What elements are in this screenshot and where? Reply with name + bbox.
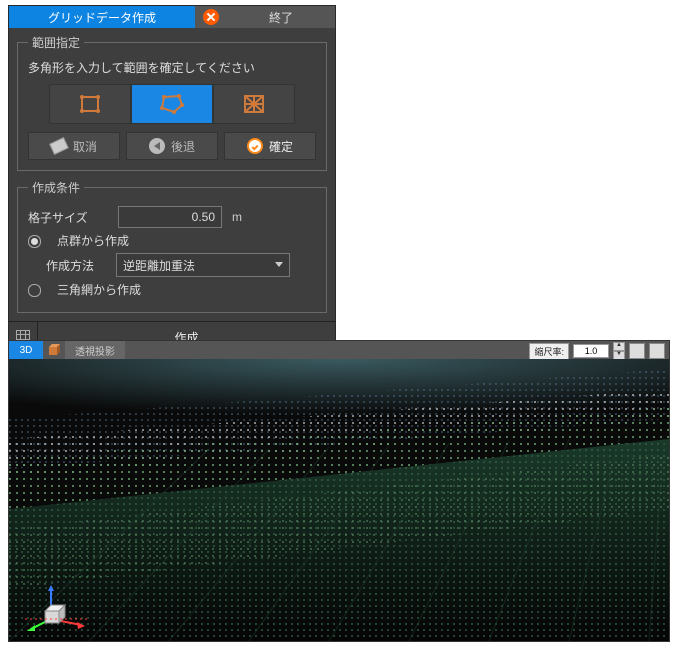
zoom-value-input[interactable]: 1.0 <box>573 344 609 358</box>
zoom-spinner[interactable]: ▲▼ <box>613 342 625 360</box>
range-fieldset: 範囲指定 多角形を入力して範囲を確定してください 取消 <box>17 34 327 171</box>
grid-size-unit: m <box>232 210 242 224</box>
grid-size-label: 格子サイズ <box>28 209 108 226</box>
back-label: 後退 <box>171 138 195 155</box>
method-row: 作成方法 逆距離加重法 <box>46 253 316 277</box>
viewport-tool-1[interactable] <box>629 343 645 359</box>
pointcloud-render[interactable] <box>9 359 669 641</box>
panel-titlebar: グリッドデータ作成 終了 <box>9 6 335 28</box>
shape-mesh-button[interactable] <box>213 84 295 124</box>
zoom-label: 縮尺率: <box>529 343 569 360</box>
method-value: 逆距離加重法 <box>123 257 195 274</box>
range-legend: 範囲指定 <box>28 34 84 51</box>
condition-legend: 作成条件 <box>28 179 84 196</box>
shape-button-row <box>28 84 316 124</box>
viewport-tool-2[interactable] <box>649 343 665 359</box>
viewport-right-controls: 縮尺率: 1.0 ▲▼ <box>529 342 665 360</box>
mesh-icon <box>243 94 265 114</box>
end-tab[interactable]: 終了 <box>227 6 335 28</box>
viewport-tab-icon[interactable] <box>43 341 65 359</box>
grid-size-row: 格子サイズ m <box>28 206 316 228</box>
confirm-label: 確定 <box>269 138 293 155</box>
check-icon <box>247 138 263 154</box>
shape-rectangle-button[interactable] <box>49 84 131 124</box>
cancel-label: 取消 <box>73 138 97 155</box>
close-icon <box>203 9 219 25</box>
confirm-button[interactable]: 確定 <box>224 132 316 160</box>
radio-pointcloud[interactable] <box>28 235 41 248</box>
radio-tin-row[interactable]: 三角網から作成 <box>28 281 316 298</box>
method-label: 作成方法 <box>46 257 106 274</box>
radio-pointcloud-label: 点群から作成 <box>57 232 129 249</box>
viewport-tab-projection[interactable]: 透視投影 <box>65 341 125 359</box>
range-action-row: 取消 後退 確定 <box>28 132 316 160</box>
cancel-button[interactable]: 取消 <box>28 132 120 160</box>
grid-size-input[interactable] <box>118 206 222 228</box>
title-tab[interactable]: グリッドデータ作成 <box>9 6 195 28</box>
axis-gizmo[interactable] <box>23 581 93 631</box>
polygon-icon <box>159 93 185 115</box>
eraser-icon <box>49 137 69 155</box>
viewport-toolbar: 3D 透視投影 縮尺率: 1.0 ▲▼ <box>9 341 669 359</box>
condition-fieldset: 作成条件 格子サイズ m 点群から作成 作成方法 逆距離加重法 三角網から作成 <box>17 179 327 313</box>
method-select[interactable]: 逆距離加重法 <box>116 253 290 277</box>
viewport-tab-3d[interactable]: 3D <box>9 341 43 359</box>
cube-icon <box>48 344 60 356</box>
range-hint: 多角形を入力して範囲を確定してください <box>28 59 316 76</box>
radio-tin[interactable] <box>28 284 41 297</box>
chevron-down-icon <box>275 262 283 267</box>
viewport-3d[interactable]: 3D 透視投影 縮尺率: 1.0 ▲▼ <box>8 340 670 642</box>
close-tab-button[interactable] <box>195 6 227 28</box>
back-icon <box>149 138 165 154</box>
grid-data-panel: グリッドデータ作成 終了 範囲指定 多角形を入力して範囲を確定してください <box>8 5 336 353</box>
radio-pointcloud-row[interactable]: 点群から作成 <box>28 232 316 249</box>
shape-polygon-button[interactable] <box>131 84 213 124</box>
radio-tin-label: 三角網から作成 <box>57 281 141 298</box>
rectangle-icon <box>79 94 101 114</box>
spin-up-icon[interactable]: ▲ <box>613 342 625 351</box>
back-button[interactable]: 後退 <box>126 132 218 160</box>
